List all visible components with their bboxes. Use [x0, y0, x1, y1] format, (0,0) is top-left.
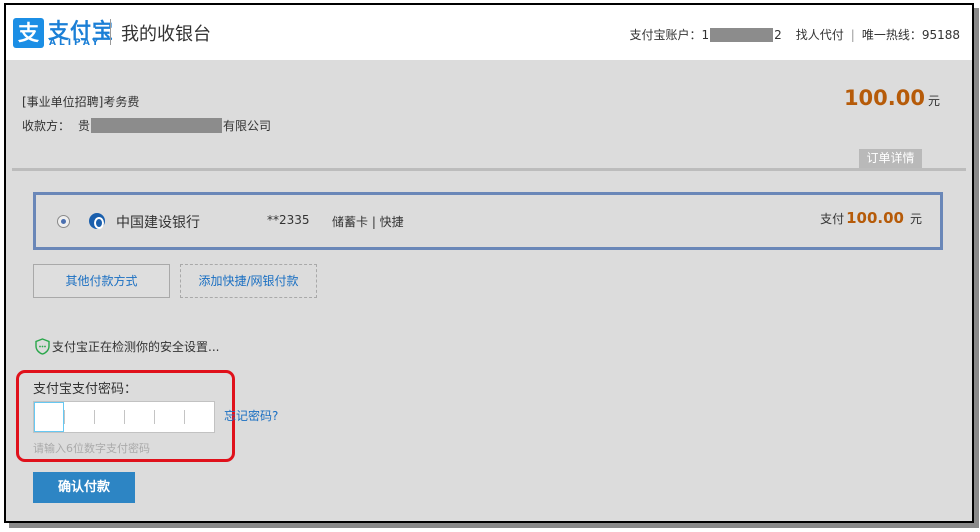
order-divider — [12, 168, 966, 171]
password-label: 支付宝支付密码： — [33, 382, 138, 397]
payee-redaction — [91, 118, 223, 133]
confirm-payment-button[interactable]: 确认付款 — [33, 472, 135, 503]
account-prefix: 1 — [701, 27, 710, 42]
bank-name: 中国建设银行 — [116, 215, 200, 231]
alipay-logo-icon: 支 — [13, 18, 44, 48]
password-digit[interactable] — [124, 402, 154, 432]
payee-suffix: 有限公司 — [223, 119, 272, 133]
payee-prefix: 贵 — [78, 119, 91, 133]
password-input[interactable] — [33, 401, 215, 433]
pay-amount: 支付 100.00 元 — [820, 209, 922, 227]
order-amount-value: 100.00 — [843, 86, 925, 110]
pay-label: 支付 — [820, 212, 845, 226]
card-type: 储蓄卡 | 快捷 — [332, 215, 404, 229]
header-links: 支付宝账户： 1 2 找人代付 | 唯一热线：95188 — [629, 26, 960, 43]
add-method-button[interactable]: 添加快捷/网银付款 — [180, 264, 317, 298]
shield-icon — [35, 338, 50, 355]
security-status: 支付宝正在检测你的安全设置... — [35, 338, 219, 355]
password-digit[interactable] — [154, 402, 184, 432]
security-status-text: 支付宝正在检测你的安全设置... — [52, 340, 220, 354]
password-digit[interactable] — [34, 402, 64, 432]
forgot-password-link[interactable]: 忘记密码? — [224, 407, 278, 424]
page-title: 我的收银台 — [121, 24, 211, 45]
order-amount-unit: 元 — [927, 94, 940, 108]
header: 支 支付宝 ALIPAY 我的收银台 支付宝账户： 1 2 找人代付 | 唯一热… — [6, 5, 972, 59]
payee: 收款方： 贵 有限公司 — [22, 117, 271, 134]
pay-amount-unit: 元 — [909, 212, 922, 226]
other-methods-button[interactable]: 其他付款方式 — [33, 264, 170, 298]
hotline: 唯一热线：95188 — [861, 28, 960, 42]
account-redaction — [710, 27, 774, 42]
bank-card-option[interactable]: 中国建设银行 **2335 储蓄卡 | 快捷 支付 100.00 元 — [33, 192, 943, 250]
payee-label: 收款方： — [22, 119, 71, 133]
payment-panel: [事业单位招聘]考务费 收款方： 贵 有限公司 100.00 元 订单详情 中国建… — [6, 60, 972, 521]
proxy-pay-link[interactable]: 找人代付 — [796, 26, 844, 43]
cashier-window: 支 支付宝 ALIPAY 我的收银台 支付宝账户： 1 2 找人代付 | 唯一热… — [4, 3, 974, 523]
card-number: **2335 — [267, 213, 310, 227]
ccb-bank-icon — [89, 213, 105, 229]
header-divider: | — [850, 27, 855, 42]
bank-radio[interactable] — [57, 215, 70, 228]
logo-subtext: ALIPAY — [49, 38, 102, 48]
logo-divider — [110, 19, 111, 45]
password-digit[interactable] — [184, 402, 214, 432]
order-title: [事业单位招聘]考务费 — [22, 95, 140, 109]
order-detail-tab[interactable]: 订单详情 — [859, 149, 922, 168]
order-amount: 100.00 元 — [844, 86, 940, 110]
password-digit[interactable] — [94, 402, 124, 432]
order-info: [事业单位招聘]考务费 收款方： 贵 有限公司 100.00 元 订单详情 — [6, 60, 972, 168]
pay-amount-value: 100.00 — [846, 209, 904, 227]
password-digit[interactable] — [64, 402, 94, 432]
password-hint: 请输入6位数字支付密码 — [33, 442, 150, 455]
account-label: 支付宝账户： — [629, 28, 702, 42]
account-suffix: 2 — [774, 27, 782, 42]
